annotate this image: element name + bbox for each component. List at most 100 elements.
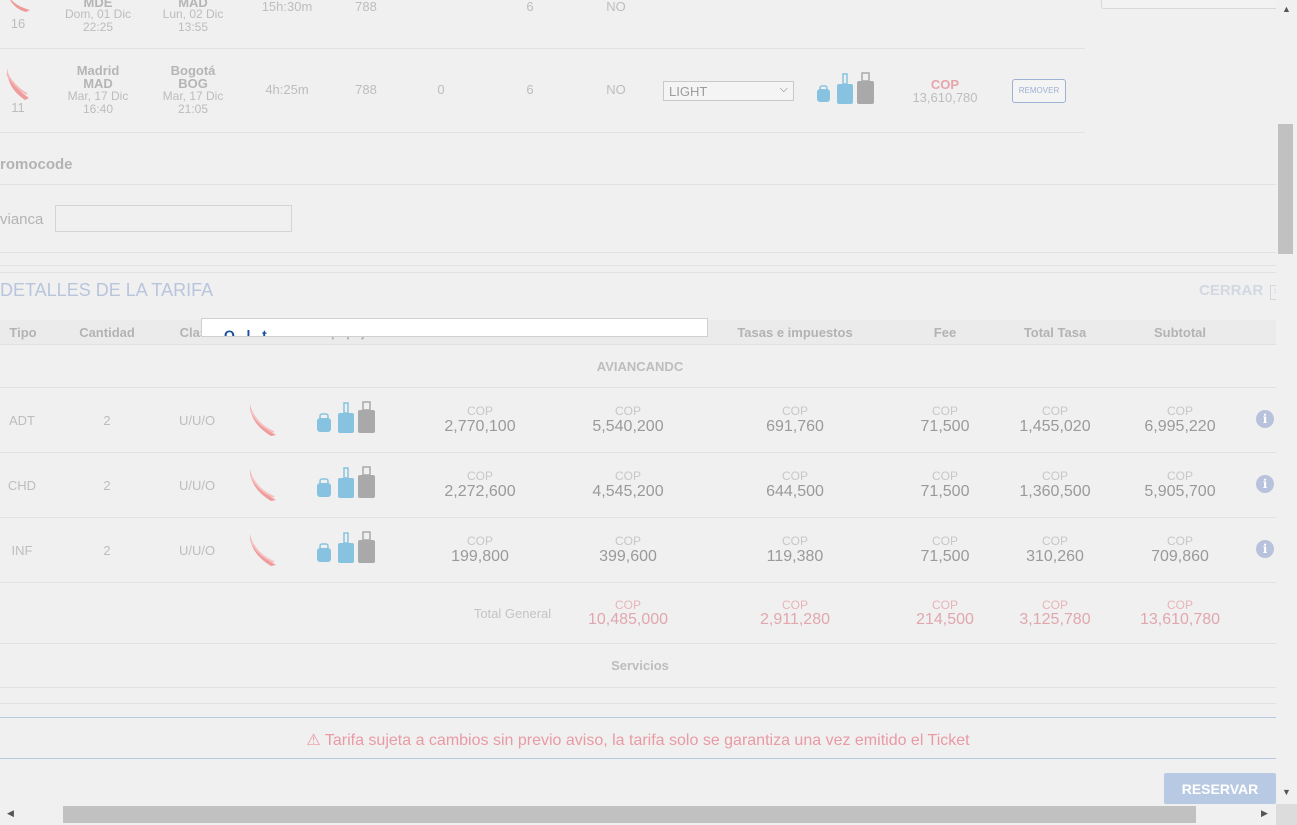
fare-tipo: CHD xyxy=(7,478,37,493)
fare-clase: U/U/O xyxy=(178,543,216,558)
vertical-scrollbar[interactable]: ▲ ▼ xyxy=(1276,0,1297,803)
currency-label: COP xyxy=(781,598,808,612)
fare-details-title: DETALLES DE LA TARIFA xyxy=(0,280,214,300)
currency-label: COP xyxy=(931,598,958,612)
luggage-icon xyxy=(316,401,378,440)
currency-label: COP xyxy=(931,469,958,483)
fare-clase: U/U/O xyxy=(178,413,216,428)
seats: 6 xyxy=(526,0,534,14)
fare-row: CHD 2 U/U/O COP 2,272,600 COP 4,545,200 COP 644,… xyxy=(0,453,1276,518)
fare-unit: 199,800 xyxy=(451,548,509,565)
header-fee: Fee xyxy=(933,325,957,340)
flight-number: 11 xyxy=(11,100,25,115)
fare-tasas: 119,380 xyxy=(766,548,824,565)
warning-text: Tarifa sujeta a cambios sin previo aviso… xyxy=(324,732,970,749)
currency-label: COP xyxy=(1041,404,1068,418)
price-value: 13,610,780 xyxy=(912,90,978,105)
total-total: 10,485,000 xyxy=(587,611,669,628)
duration: 15h:30m xyxy=(261,0,313,14)
warning-box: ⚠ Tarifa sujeta a cambios sin previo avi… xyxy=(0,717,1276,759)
fare-clase: U/U/O xyxy=(178,478,216,493)
header-tipo: Tipo xyxy=(9,325,37,340)
group-label: AVIANCANDC xyxy=(596,359,684,374)
currency-label: COP xyxy=(1041,469,1068,483)
total-fee: 214,500 xyxy=(916,611,974,628)
chevron-down-icon: ⌵ xyxy=(779,83,788,95)
equipment: 788 xyxy=(355,0,377,14)
origin-time: 22:25 xyxy=(82,20,114,34)
divider xyxy=(0,272,1276,273)
currency-label: COP xyxy=(466,469,493,483)
currency-label: COP xyxy=(466,404,493,418)
fare-total-tasa: 1,360,500 xyxy=(1019,483,1091,500)
info-icon[interactable]: i xyxy=(1256,540,1274,558)
reserve-button[interactable]: RESERVAR xyxy=(1164,773,1276,804)
total-tasas: 2,911,280 xyxy=(760,611,830,628)
currency-label: COP xyxy=(931,534,958,548)
total-general-label: Total General xyxy=(473,606,552,621)
fare-unit: 2,272,600 xyxy=(444,483,516,500)
airline-logo-icon xyxy=(248,469,278,506)
scroll-left-arrow-icon[interactable]: ◀ xyxy=(7,808,14,819)
currency-label: COP xyxy=(614,598,641,612)
currency-label: COP xyxy=(781,469,808,483)
flag: NO xyxy=(606,0,626,14)
info-icon[interactable]: i xyxy=(1256,475,1274,493)
flag: NO xyxy=(606,82,626,97)
fare-select-value: LIGHT xyxy=(669,84,708,99)
divider xyxy=(0,703,1276,704)
scroll-up-arrow-icon[interactable]: ▲ xyxy=(1282,4,1291,14)
vertical-scroll-thumb[interactable] xyxy=(1278,124,1293,254)
fare-tipo: INF xyxy=(11,543,33,558)
flight-number: 16 xyxy=(10,16,26,31)
airline-logo-icon xyxy=(4,0,34,15)
currency-label: COP xyxy=(931,404,958,418)
equipment: 788 xyxy=(355,82,377,97)
divider xyxy=(0,252,1276,253)
header-total-tasa: Total Tasa xyxy=(1023,325,1087,340)
promocode-title: romocode xyxy=(0,156,73,173)
warning-icon: ⚠ xyxy=(306,732,321,749)
remove-button[interactable]: REMOVER xyxy=(1012,79,1066,103)
fare-select[interactable]: LIGHT ⌵ xyxy=(663,81,794,101)
currency-label: COP xyxy=(1166,404,1193,418)
currency-label: COP xyxy=(1041,534,1068,548)
info-icon[interactable]: i xyxy=(1256,410,1274,428)
divider xyxy=(0,184,1276,185)
currency-label: COP xyxy=(466,534,493,548)
header-cantidad: Cantidad xyxy=(79,325,135,340)
fare-total: 399,600 xyxy=(599,548,657,565)
origin-time: 16:40 xyxy=(82,102,114,116)
horizontal-scrollbar[interactable]: ◀ ▶ xyxy=(0,804,1276,825)
fare-total-tasa: 310,260 xyxy=(1026,548,1084,565)
stops: 0 xyxy=(437,82,445,97)
fare-row: INF 2 U/U/O COP 199,800 COP 399,600 COP 119,380 C… xyxy=(0,518,1276,583)
promocode-input[interactable] xyxy=(55,205,292,232)
duration: 4h:25m xyxy=(265,82,309,97)
fare-subtotal: 709,860 xyxy=(1151,548,1209,565)
header-subtotal: Subtotal xyxy=(1154,325,1206,340)
scroll-down-arrow-icon[interactable]: ▼ xyxy=(1282,787,1291,797)
fare-tasas: 691,760 xyxy=(766,418,824,435)
dest-time: 21:05 xyxy=(177,102,209,116)
airline-logo-icon xyxy=(248,534,278,571)
fare-total: 4,545,200 xyxy=(592,483,664,500)
flight-row: 16 MDE Dom, 01 Dic 22:25 MAD Lun, 02 Dic… xyxy=(0,0,1085,49)
horizontal-scroll-thumb[interactable] xyxy=(63,806,1196,823)
scrollbar-corner xyxy=(1276,804,1297,825)
fare-row: ADT 2 U/U/O COP 2,770,100 COP 5,540,200 COP 691,… xyxy=(0,388,1276,453)
scroll-right-arrow-icon[interactable]: ▶ xyxy=(1261,808,1268,819)
fare-subtotal: 5,905,700 xyxy=(1144,483,1216,500)
tooltip-text: Q...l...t xyxy=(224,327,267,337)
currency-label: COP xyxy=(1166,598,1193,612)
tooltip: Q...l...t xyxy=(201,318,708,337)
close-button[interactable]: CERRAR × xyxy=(1199,282,1284,300)
luggage-icon xyxy=(816,72,876,111)
total-total-tasa: 3,125,780 xyxy=(1019,611,1091,628)
header-tasas: Tasas e impuestos xyxy=(737,325,853,340)
top-right-panel xyxy=(1101,0,1279,9)
seats: 6 xyxy=(526,82,534,97)
currency-label: COP xyxy=(1041,598,1068,612)
currency-label: COP xyxy=(614,534,641,548)
flight-row: 11 Madrid MAD Mar, 17 Dic 16:40 Bogotá B… xyxy=(0,48,1085,133)
